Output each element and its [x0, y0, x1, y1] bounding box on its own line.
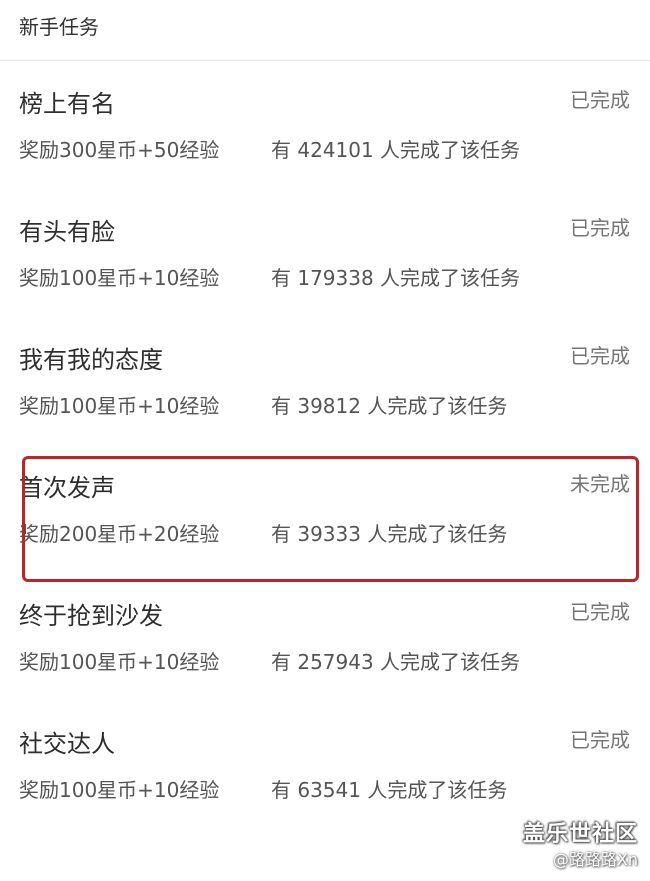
- task-status: 已完成: [570, 600, 630, 624]
- task-completion-count: 有 424101 人完成了该任务: [271, 138, 521, 162]
- task-status: 已完成: [570, 216, 630, 240]
- task-title: 终于抢到沙发: [19, 602, 163, 630]
- task-completion-count: 有 179338 人完成了该任务: [271, 266, 521, 290]
- watermark-logo: 盖乐世社区: [522, 822, 638, 847]
- task-item-2[interactable]: 我有我的态度 已完成 奖励100星币+10经验 有 39812 人完成了该任务: [0, 344, 650, 472]
- task-completion-count: 有 63541 人完成了该任务: [271, 778, 508, 802]
- task-title: 社交达人: [19, 730, 115, 758]
- task-item-1[interactable]: 有头有脸 已完成 奖励100星币+10经验 有 179338 人完成了该任务: [0, 216, 650, 344]
- task-reward: 奖励100星币+10经验: [19, 266, 220, 290]
- task-title: 我有我的态度: [19, 346, 163, 374]
- task-status: 已完成: [570, 88, 630, 112]
- task-reward: 奖励100星币+10经验: [19, 650, 220, 674]
- task-completion-count: 有 257943 人完成了该任务: [271, 650, 521, 674]
- task-reward: 奖励100星币+10经验: [19, 394, 220, 418]
- watermark-user: @路路路Xn: [552, 850, 638, 869]
- task-item-0[interactable]: 榜上有名 已完成 奖励300星币+50经验 有 424101 人完成了该任务: [0, 88, 650, 216]
- task-reward: 奖励300星币+50经验: [19, 138, 220, 162]
- task-title: 榜上有名: [19, 90, 115, 118]
- task-reward: 奖励100星币+10经验: [19, 778, 220, 802]
- task-status: 已完成: [570, 344, 630, 368]
- page-title: 新手任务: [19, 15, 99, 39]
- task-item-4[interactable]: 终于抢到沙发 已完成 奖励100星币+10经验 有 257943 人完成了该任务: [0, 600, 650, 728]
- task-status: 已完成: [570, 728, 630, 752]
- page-header: 新手任务: [0, 0, 650, 61]
- task-completion-count: 有 39812 人完成了该任务: [271, 394, 508, 418]
- watermark: 盖乐世社区 @路路路Xn: [523, 821, 638, 871]
- task-title: 有头有脸: [19, 218, 115, 246]
- highlight-box: [22, 456, 639, 582]
